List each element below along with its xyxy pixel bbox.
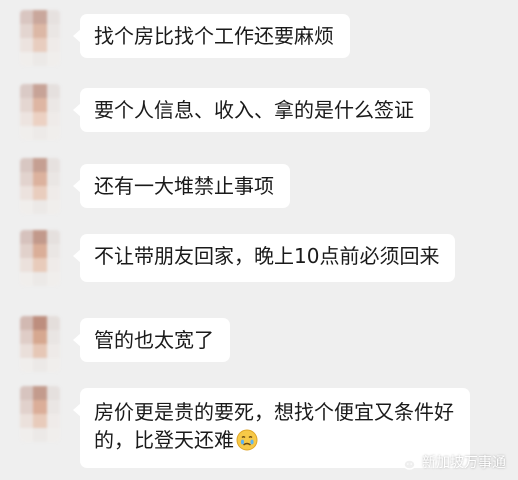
message-text: 不让带朋友回家，晚上10点前必须回来 bbox=[94, 244, 440, 268]
message-bubble[interactable]: 管的也太宽了 bbox=[73, 318, 230, 362]
message-text: 的，比登天还难 bbox=[94, 428, 234, 452]
watermark-text: 新加坡万事通 bbox=[422, 455, 506, 471]
message-text: 管的也太宽了 bbox=[94, 328, 214, 352]
avatar[interactable] bbox=[20, 158, 60, 214]
message-text: 要个人信息、收入、拿的是什么签证 bbox=[94, 98, 414, 122]
avatar[interactable] bbox=[20, 386, 60, 442]
message-bubble[interactable]: 找个房比找个工作还要麻烦 bbox=[73, 14, 350, 58]
avatar[interactable] bbox=[20, 316, 60, 372]
message-text-line: 房价更是贵的要死，想找个便宜又条件好 bbox=[94, 400, 454, 424]
message-text-line: 的，比登天还难 bbox=[94, 426, 454, 454]
wechat-icon bbox=[396, 453, 416, 471]
avatar[interactable] bbox=[20, 84, 60, 140]
message-text: 还有一大堆禁止事项 bbox=[94, 174, 274, 198]
watermark: 新加坡万事通 bbox=[396, 452, 506, 472]
crying-face-icon bbox=[236, 429, 258, 451]
message-bubble[interactable]: 还有一大堆禁止事项 bbox=[73, 164, 290, 208]
message-text: 找个房比找个工作还要麻烦 bbox=[94, 24, 334, 48]
chat-window: 找个房比找个工作还要麻烦 要个人信息、收入、拿的是什么签证 还有一大堆禁止事项 bbox=[0, 0, 518, 480]
avatar[interactable] bbox=[20, 230, 60, 286]
message-bubble[interactable]: 要个人信息、收入、拿的是什么签证 bbox=[73, 88, 430, 132]
avatar[interactable] bbox=[20, 10, 60, 66]
message-bubble[interactable]: 不让带朋友回家，晚上10点前必须回来 bbox=[72, 234, 456, 282]
